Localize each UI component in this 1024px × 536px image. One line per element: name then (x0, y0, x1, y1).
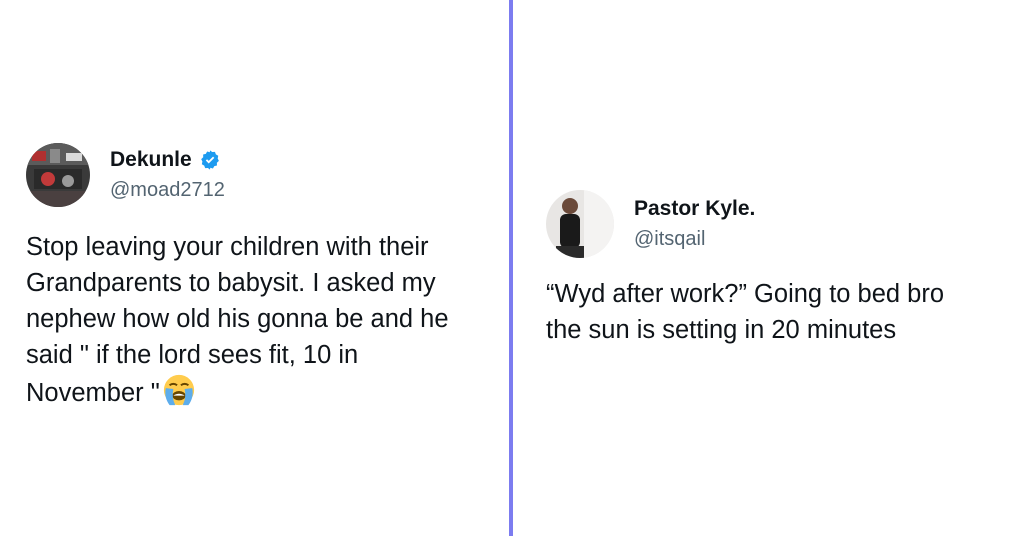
display-name-row[interactable]: Pastor Kyle. (634, 196, 755, 222)
display-name-row[interactable]: Dekunle (110, 147, 225, 173)
panel-divider (509, 0, 513, 536)
tweet-header: Dekunle @moad2712 (26, 143, 496, 207)
loudly-crying-face-icon (163, 374, 194, 406)
handle[interactable]: @itsqail (634, 226, 755, 252)
tweet-header: Pastor Kyle. @itsqail (546, 190, 1016, 258)
tweet-text-content: Stop leaving your children with their Gr… (26, 233, 449, 407)
avatar[interactable] (26, 143, 90, 207)
tweet-text: “Wyd after work?” Going to bed bro the s… (546, 280, 945, 344)
verified-badge-icon (200, 150, 219, 170)
display-name[interactable]: Pastor Kyle. (634, 196, 755, 222)
avatar[interactable] (546, 190, 614, 258)
tweet-text: Stop leaving your children with their Gr… (26, 229, 496, 411)
tweet-card-right: Pastor Kyle. @itsqail “Wyd after work?” … (546, 190, 1016, 348)
tweet-card-left: Dekunle @moad2712 Stop leaving your chil… (26, 143, 496, 411)
handle[interactable]: @moad2712 (110, 177, 225, 203)
display-name[interactable]: Dekunle (110, 147, 192, 173)
